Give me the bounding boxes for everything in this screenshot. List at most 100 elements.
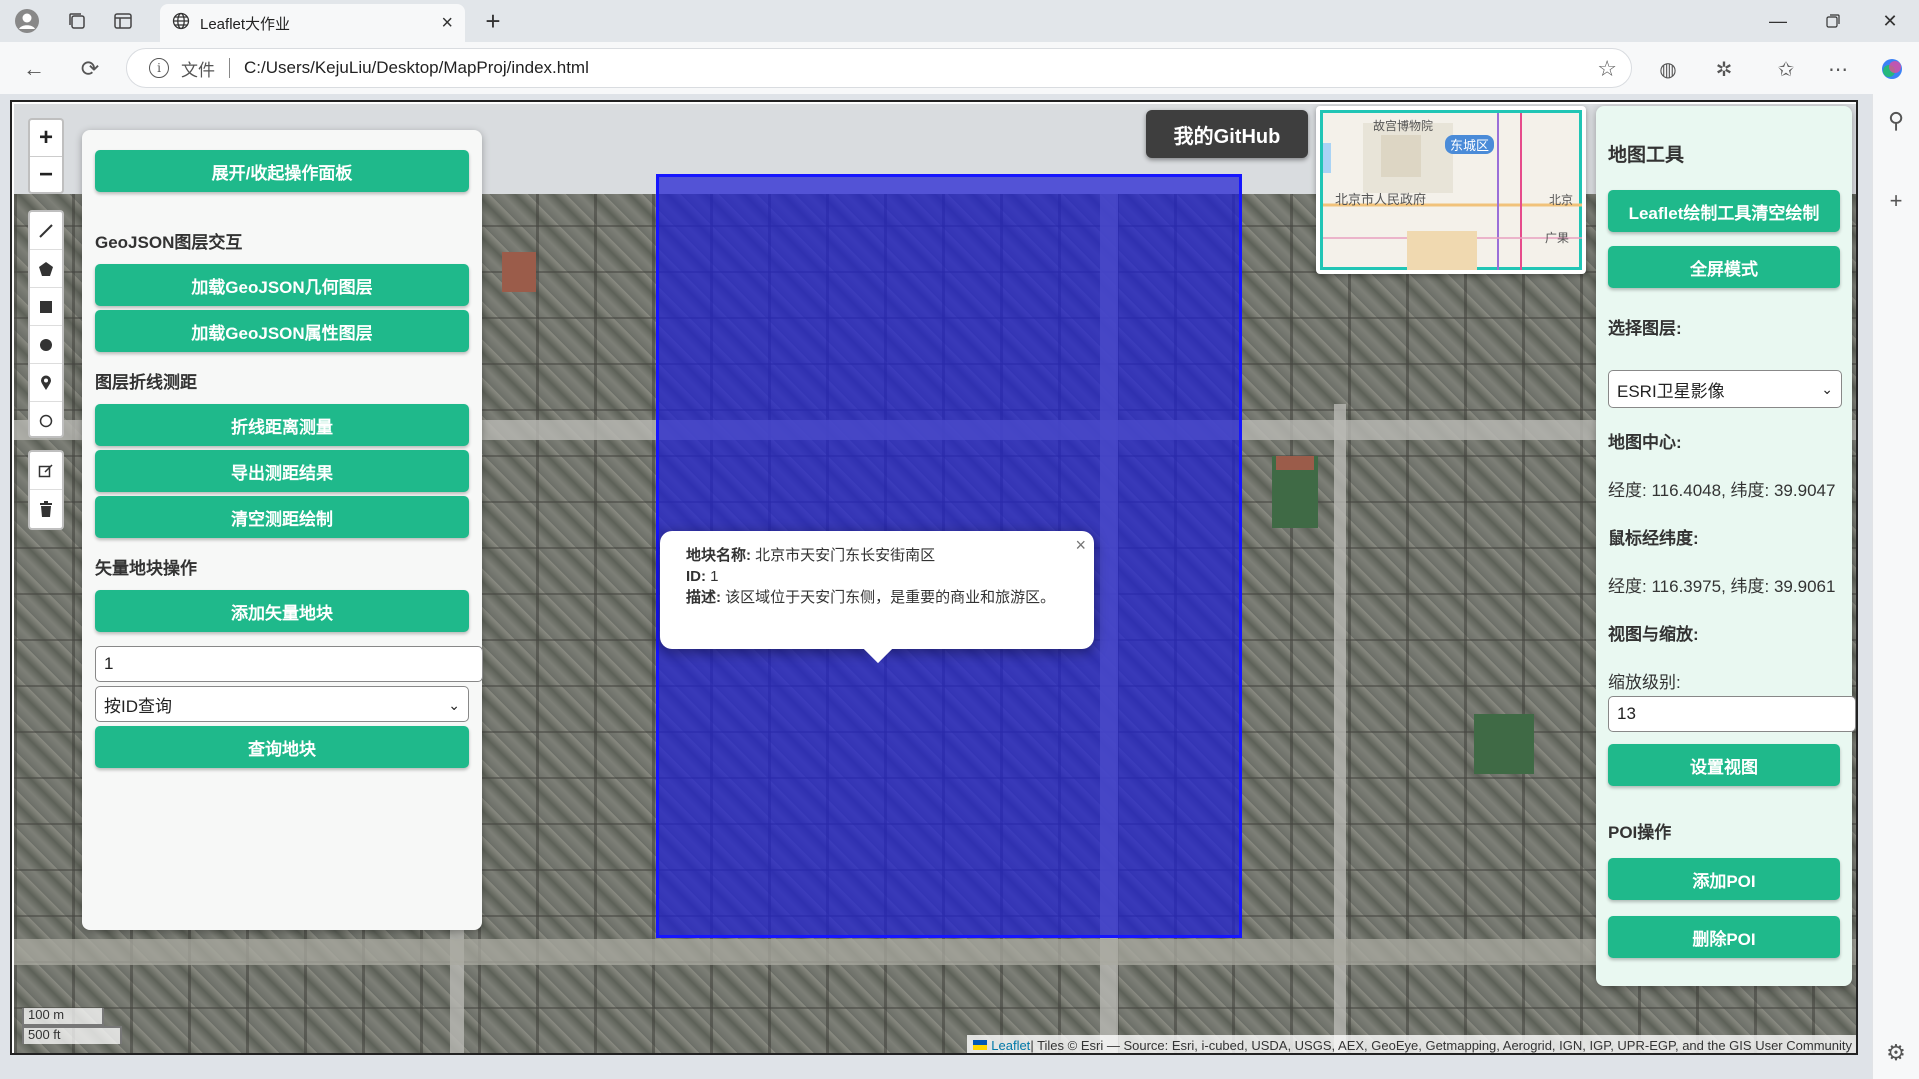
extensions-icon[interactable]: ✲ (1708, 53, 1740, 85)
workspaces-icon[interactable] (62, 6, 92, 36)
section-geojson: GeoJSON图层交互 (95, 233, 243, 252)
map-container[interactable]: × 地块名称: 北京市天安门东长安街南区 ID: 1 描述: 该区域位于天安门东… (14, 104, 1856, 1053)
draw-marker-icon[interactable] (30, 364, 62, 402)
minimap-label-beijing: 北京 (1549, 193, 1574, 207)
load-geojson-attribute-button[interactable]: 加载GeoJSON属性图层 (95, 310, 469, 352)
load-geojson-geometry-button[interactable]: 加载GeoJSON几何图层 (95, 264, 469, 306)
edge-sidebar: ⚲ + ⚙ (1872, 94, 1919, 1079)
fullscreen-button[interactable]: 全屏模式 (1608, 246, 1840, 288)
tracking-prevention-icon[interactable]: ◍ (1652, 53, 1684, 85)
popup-id-row: ID: 1 (686, 566, 1074, 587)
chevron-down-icon: ⌄ (1821, 381, 1833, 397)
popup-close-icon[interactable]: × (1075, 535, 1086, 556)
draw-circle-icon[interactable] (30, 326, 62, 364)
rooftop (502, 252, 536, 292)
zoom-out-button[interactable]: − (30, 156, 62, 192)
popup-name-row: 地块名称: 北京市天安门东长安街南区 (686, 545, 1074, 566)
address-bar-row: ← ⟳ i 文件 C:/Users/KejuLiu/Desktop/MapPro… (0, 42, 1919, 94)
section-measure: 图层折线测距 (95, 373, 197, 392)
scale-metric: 100 m (22, 1008, 104, 1026)
draw-circlemarker-icon[interactable] (30, 402, 62, 440)
export-measure-button[interactable]: 导出测距结果 (95, 450, 469, 492)
restore-icon[interactable] (1813, 6, 1853, 36)
favorite-star-icon[interactable]: ☆ (1597, 56, 1617, 82)
center-label: 地图中心: (1608, 433, 1682, 452)
query-mode-value: 按ID查询 (104, 696, 172, 716)
refresh-icon[interactable]: ⟳ (74, 53, 106, 85)
edit-layers-icon[interactable] (30, 452, 62, 490)
minimap-label-palace: 故宫博物院 (1373, 119, 1434, 133)
scale-imperial: 500 ft (22, 1026, 122, 1044)
globe-icon (172, 12, 190, 35)
center-value: 经度: 116.4048, 纬度: 39.9047 (1608, 481, 1836, 500)
popup-id-value: 1 (706, 568, 719, 585)
minimap[interactable]: 故宫博物院 东城区 北京市人民政府 北京 广果 (1316, 106, 1586, 274)
add-parcel-button[interactable]: 添加矢量地块 (95, 590, 469, 632)
ukraine-flag-icon (973, 1040, 988, 1050)
edit-toolbar (28, 450, 64, 530)
clear-measure-button[interactable]: 清空测距绘制 (95, 496, 469, 538)
new-tab-button[interactable]: + (478, 6, 508, 36)
url-text[interactable]: C:/Users/KejuLiu/Desktop/MapProj/index.h… (244, 58, 589, 78)
more-icon[interactable]: ⋯ (1822, 53, 1854, 85)
github-button[interactable]: 我的GitHub (1146, 110, 1308, 158)
add-poi-button[interactable]: 添加POI (1608, 858, 1840, 900)
minimize-icon[interactable]: — (1758, 6, 1798, 36)
url-scheme-label: 文件 (181, 60, 215, 80)
scale-bar: 100 m 500 ft (22, 1008, 122, 1044)
polyline-measure-button[interactable]: 折线距离测量 (95, 404, 469, 446)
set-view-button[interactable]: 设置视图 (1608, 744, 1840, 786)
chevron-down-icon: ⌄ (448, 697, 460, 713)
close-window-icon[interactable]: ✕ (1870, 6, 1910, 36)
draw-polygon-icon[interactable] (30, 250, 62, 288)
draw-rectangle-icon[interactable] (30, 288, 62, 326)
layer-select-value: ESRI卫星影像 (1617, 381, 1725, 401)
road (14, 939, 1856, 965)
query-mode-select[interactable]: 按ID查询 ⌄ (95, 686, 469, 722)
layer-select[interactable]: ESRI卫星影像 ⌄ (1608, 370, 1842, 408)
field (1474, 714, 1534, 774)
divider (229, 58, 230, 78)
back-icon[interactable]: ← (18, 53, 50, 85)
info-icon[interactable]: i (149, 58, 169, 78)
rooftop (1276, 456, 1314, 470)
zoom-level-input[interactable]: 13 (1608, 696, 1856, 732)
draw-toolbar (28, 210, 64, 438)
popup-name-label: 地块名称: (686, 547, 751, 564)
draw-polyline-icon[interactable] (30, 212, 62, 250)
delete-layers-icon[interactable] (30, 490, 62, 528)
profile-icon[interactable] (12, 6, 42, 36)
poi-label: POI操作 (1608, 823, 1672, 842)
zoom-in-button[interactable]: + (30, 120, 62, 156)
right-tools-panel: 地图工具 Leaflet绘制工具清空绘制 全屏模式 选择图层: ESRI卫星影像… (1596, 106, 1856, 986)
mouse-coord-value: 经度: 116.3975, 纬度: 39.9061 (1608, 577, 1836, 596)
leaflet-link[interactable]: Leaflet (991, 1038, 1030, 1053)
clear-draw-button[interactable]: Leaflet绘制工具清空绘制 (1608, 190, 1840, 232)
tools-title: 地图工具 (1608, 145, 1685, 166)
delete-poi-button[interactable]: 删除POI (1608, 916, 1840, 958)
zoom-level-label: 缩放级别: (1608, 673, 1681, 692)
favorites-icon[interactable]: ✩ (1770, 53, 1802, 85)
settings-gear-icon[interactable]: ⚙ (1881, 1038, 1911, 1068)
copilot-icon[interactable] (1876, 53, 1908, 85)
zoom-control: + − (28, 118, 64, 194)
parcel-query-input[interactable]: 1 (95, 646, 483, 682)
address-bar[interactable]: i 文件 C:/Users/KejuLiu/Desktop/MapProj/in… (126, 48, 1632, 88)
vertical-tabs-icon[interactable] (108, 6, 138, 36)
section-parcel: 矢量地块操作 (95, 559, 197, 578)
tab-strip: Leaflet大作业 × + — ✕ (0, 0, 1919, 42)
layer-label: 选择图层: (1608, 319, 1682, 338)
search-icon[interactable]: ⚲ (1881, 106, 1911, 136)
view-zoom-label: 视图与缩放: (1608, 625, 1699, 644)
query-parcel-button[interactable]: 查询地块 (95, 726, 469, 768)
minimap-label-gov: 北京市人民政府 (1335, 192, 1427, 207)
page-viewport: × 地块名称: 北京市天安门东长安街南区 ID: 1 描述: 该区域位于天安门东… (10, 100, 1858, 1055)
active-tab[interactable]: Leaflet大作业 × (160, 4, 465, 42)
popup-id-label: ID: (686, 568, 706, 585)
minimap-view: 故宫博物院 东城区 北京市人民政府 北京 广果 (1320, 110, 1582, 270)
close-tab-icon[interactable]: × (441, 12, 453, 35)
toggle-panel-button[interactable]: 展开/收起操作面板 (95, 150, 469, 192)
tab-title: Leaflet大作业 (200, 15, 291, 33)
add-sidebar-icon[interactable]: + (1881, 186, 1911, 216)
popup-desc-label: 描述: (686, 589, 721, 606)
